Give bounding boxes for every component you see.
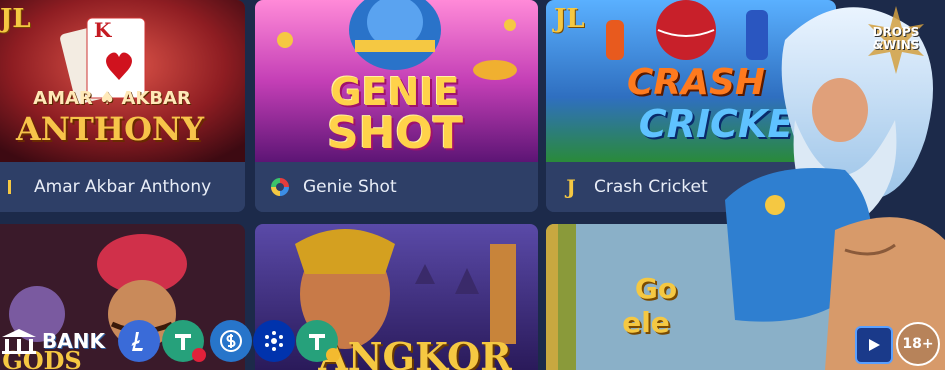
art-title-bottom: SHOT	[327, 108, 463, 159]
art-title-top: AMAR ♠ AKBAR	[33, 88, 191, 109]
logo-line2: &WINS	[872, 38, 920, 52]
usd-coin-icon	[210, 320, 252, 362]
game-label[interactable]: Genie Shot	[255, 162, 538, 212]
jili-icon: J	[566, 175, 576, 199]
provider-tag: JL	[0, 4, 31, 34]
tether-tron-icon	[162, 320, 206, 362]
provider-tag: JL	[554, 4, 585, 34]
art-title-bottom: ANTHONY	[15, 110, 205, 148]
play-icon	[869, 339, 880, 351]
tron-badge-icon	[192, 348, 206, 362]
game-thumbnail[interactable]: GENIE SHOT	[255, 0, 538, 162]
card-rank: K	[94, 18, 112, 42]
bank-transfer-logo: BANK	[0, 326, 105, 356]
bnb-badge-icon	[326, 348, 340, 362]
age-restriction-badge: 18+	[896, 322, 940, 366]
litecoin-icon	[118, 320, 160, 362]
evoplay-icon	[271, 178, 289, 196]
game-title: Genie Shot	[303, 177, 397, 197]
zeus-promo[interactable]: DROPS &WINS	[715, 0, 945, 370]
drops-and-wins-logo: DROPS &WINS	[861, 4, 931, 74]
art-title: ANGKOR	[318, 334, 512, 370]
game-title: Crash Cricket	[594, 177, 708, 197]
play-button[interactable]	[855, 326, 893, 364]
bank-icon	[2, 329, 36, 354]
art-title-top: Go	[634, 272, 678, 305]
bank-label: BANK	[42, 329, 105, 353]
game-card-amar-akbar-anthony[interactable]: JL K AMAR ♠ AKBAR ANTHONY Amar Akbar Ant…	[0, 0, 245, 212]
tether-bnb-icon	[296, 320, 340, 362]
game-label[interactable]: Amar Akbar Anthony	[0, 162, 245, 212]
game-title: Amar Akbar Anthony	[34, 177, 212, 197]
provider-icon	[8, 180, 11, 194]
cardano-icon	[253, 320, 295, 362]
game-thumbnail[interactable]: JL K AMAR ♠ AKBAR ANTHONY	[0, 0, 245, 162]
game-card-genie-shot[interactable]: GENIE SHOT Genie Shot	[255, 0, 538, 212]
art-title-bottom: ele	[622, 306, 670, 339]
